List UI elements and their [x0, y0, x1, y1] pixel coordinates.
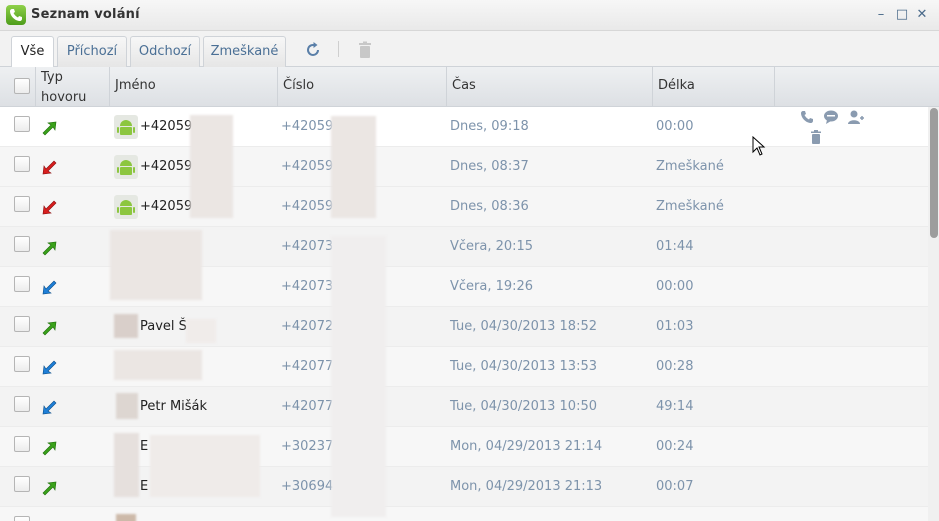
redacted-area: [331, 116, 376, 218]
call-time: Včera, 19:26: [450, 279, 534, 294]
redacted-area: [186, 319, 216, 343]
call-duration: 01:44: [656, 239, 694, 254]
title-bar: Seznam volání – □ ✕: [0, 0, 939, 31]
row-checkbox[interactable]: [14, 276, 30, 292]
call-duration: Zmeškané: [656, 159, 724, 174]
contact-name[interactable]: E: [140, 427, 148, 467]
table-row[interactable]: +420596 +420596 Dnes, 09:18 00:00: [0, 107, 928, 147]
row-checkbox[interactable]: [14, 116, 30, 132]
select-all-checkbox[interactable]: [14, 78, 30, 94]
column-type[interactable]: Typ hovoru: [35, 67, 109, 107]
redacted-area: [150, 435, 260, 497]
column-name[interactable]: Jméno: [109, 67, 277, 107]
phone-app-icon: [6, 5, 26, 25]
call-time: Tue, 04/30/2013 13:53: [450, 359, 597, 374]
row-checkbox[interactable]: [14, 476, 30, 492]
trash-icon[interactable]: [354, 39, 376, 61]
redacted-area: [190, 115, 233, 218]
redacted-area: [114, 433, 139, 497]
redacted-area: [110, 230, 202, 300]
column-number[interactable]: Číslo: [277, 67, 446, 107]
phone-icon[interactable]: [799, 110, 815, 126]
missed-call-icon: [42, 160, 57, 175]
tab-missed[interactable]: Zmeškané: [203, 36, 286, 67]
minimize-button[interactable]: –: [873, 7, 889, 23]
table-header: Typ hovoru Jméno Číslo Čas Délka: [0, 67, 939, 107]
incoming-call-icon: [42, 400, 57, 415]
call-duration: 49:14: [656, 399, 694, 414]
call-duration: 00:28: [656, 359, 694, 374]
avatar: [116, 393, 138, 419]
call-duration: 00:00: [656, 279, 694, 294]
chat-icon[interactable]: [823, 109, 839, 125]
incoming-call-icon: [42, 280, 57, 295]
mouse-cursor-icon: [752, 136, 766, 156]
call-time: Mon, 04/29/2013 21:13: [450, 479, 603, 494]
avatar: [114, 314, 138, 338]
call-time: Dnes, 08:36: [450, 199, 529, 214]
call-duration: 01:03: [656, 319, 694, 334]
tab-all[interactable]: Vše: [11, 36, 54, 68]
window-title: Seznam volání: [31, 7, 140, 22]
scrollbar-thumb[interactable]: [930, 108, 938, 238]
column-time[interactable]: Čas: [446, 67, 652, 107]
maximize-button[interactable]: □: [894, 7, 910, 23]
trash-icon[interactable]: [808, 129, 824, 145]
call-time: Tue, 04/30/2013 10:50: [450, 399, 597, 414]
android-avatar-icon: [114, 115, 138, 139]
contact-name[interactable]: E: [140, 467, 148, 507]
missed-call-icon: [42, 200, 57, 215]
table-row[interactable]: [0, 507, 928, 521]
redacted-area: [331, 236, 386, 517]
call-duration: 00:24: [656, 439, 694, 454]
table-row[interactable]: E +306946 Mon, 04/29/2013 21:13 00:07: [0, 467, 928, 507]
toolbar: Vše Příchozí Odchozí Zmeškané: [0, 31, 939, 68]
contact-name[interactable]: Pavel Š: [140, 307, 187, 347]
call-time: Dnes, 09:18: [450, 119, 529, 134]
tab-outgoing[interactable]: Odchozí: [130, 36, 200, 67]
row-checkbox[interactable]: [14, 356, 30, 372]
row-checkbox[interactable]: [14, 236, 30, 252]
tab-incoming[interactable]: Příchozí: [57, 36, 127, 67]
table-row[interactable]: Pavel Š +420720 Tue, 04/30/2013 18:52 01…: [0, 307, 928, 347]
table-row[interactable]: +420596 +420596 Dnes, 08:36 Zmeškané: [0, 187, 928, 227]
row-checkbox[interactable]: [14, 316, 30, 332]
android-avatar-icon: [114, 195, 138, 219]
avatar: [116, 514, 136, 521]
row-checkbox[interactable]: [14, 436, 30, 452]
refresh-icon[interactable]: [302, 39, 324, 61]
column-duration[interactable]: Délka: [652, 67, 774, 107]
call-list: +420596 +420596 Dnes, 09:18 00:00 +42059…: [0, 107, 928, 521]
call-time: Dnes, 08:37: [450, 159, 529, 174]
table-row[interactable]: E +302374 Mon, 04/29/2013 21:14 00:24: [0, 427, 928, 467]
row-checkbox[interactable]: [14, 156, 30, 172]
close-button[interactable]: ✕: [914, 7, 930, 23]
table-row[interactable]: Petr Mišák +420777 Tue, 04/30/2013 10:50…: [0, 387, 928, 427]
call-duration: Zmeškané: [656, 199, 724, 214]
row-checkbox[interactable]: [14, 196, 30, 212]
call-time: Tue, 04/30/2013 18:52: [450, 319, 597, 334]
outgoing-call-icon: [42, 321, 57, 336]
table-row[interactable]: +420596 +420596 Dnes, 08:37 Zmeškané: [0, 147, 928, 187]
column-actions: [774, 67, 939, 107]
redacted-area: [114, 350, 202, 380]
row-checkbox[interactable]: [14, 516, 30, 521]
outgoing-call-icon: [42, 481, 57, 496]
android-avatar-icon: [114, 155, 138, 179]
call-duration: 00:00: [656, 119, 694, 134]
outgoing-call-icon: [42, 241, 57, 256]
call-duration: 00:07: [656, 479, 694, 494]
incoming-call-icon: [42, 360, 57, 375]
contact-name[interactable]: Petr Mišák: [140, 387, 207, 427]
outgoing-call-icon: [42, 441, 57, 456]
call-time: Mon, 04/29/2013 21:14: [450, 439, 603, 454]
call-time: Včera, 20:15: [450, 239, 534, 254]
add-contact-icon[interactable]: [848, 109, 864, 125]
row-checkbox[interactable]: [14, 396, 30, 412]
outgoing-call-icon: [42, 121, 57, 136]
toolbar-separator: [338, 41, 339, 57]
